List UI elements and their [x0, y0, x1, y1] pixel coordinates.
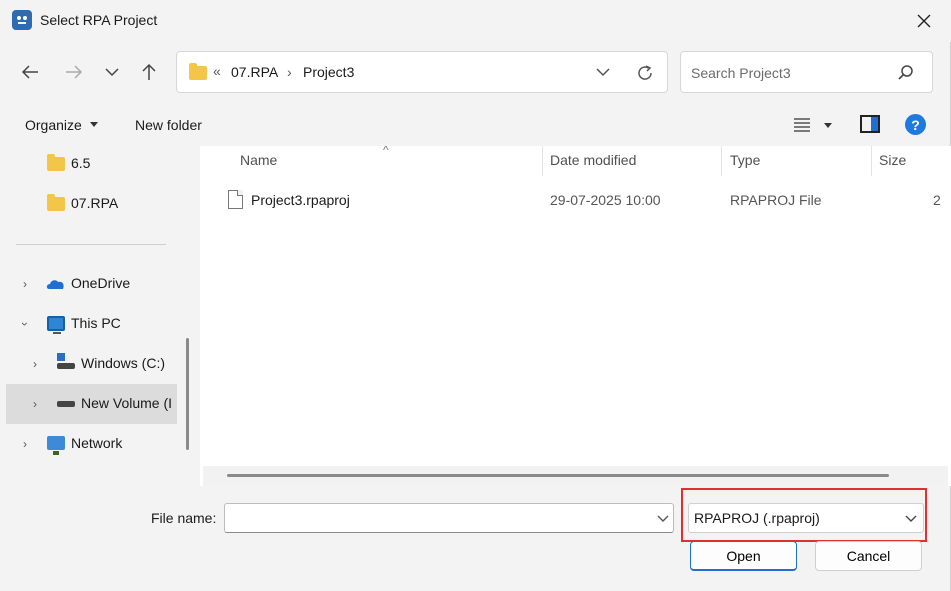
horizontal-scrollbar-thumb[interactable] [227, 474, 889, 477]
search-placeholder: Search Project3 [691, 65, 791, 81]
column-divider[interactable] [871, 146, 872, 176]
file-type-select[interactable]: RPAPROJ (.rpaproj) [688, 503, 924, 533]
column-header-date-modified[interactable]: Date modified [550, 152, 636, 168]
nav-scrollbar[interactable] [186, 338, 189, 450]
file-name: Project3.rpaproj [251, 192, 350, 208]
chevron-right-icon[interactable]: › [19, 277, 31, 291]
close-button[interactable] [904, 6, 944, 36]
file-date-modified: 29-07-2025 10:00 [550, 192, 661, 208]
preview-pane-icon[interactable] [860, 115, 880, 133]
file-list: ^ Name Date modified Type Size Project3.… [200, 146, 951, 486]
recent-locations-button[interactable] [98, 58, 126, 86]
dialog-title: Select RPA Project [40, 12, 158, 28]
title-bar: Select RPA Project [0, 0, 951, 42]
chevron-down-icon[interactable]: › [18, 318, 32, 330]
onedrive-icon [46, 280, 64, 289]
arrow-up-icon [142, 63, 156, 80]
column-divider[interactable] [542, 146, 543, 176]
column-divider[interactable] [721, 146, 722, 176]
horizontal-scrollbar[interactable] [203, 466, 948, 486]
nav-item-label: 07.RPA [71, 195, 119, 211]
folder-icon [47, 194, 65, 211]
column-header-type[interactable]: Type [730, 152, 760, 168]
computer-icon [47, 316, 65, 334]
sort-ascending-icon: ^ [383, 146, 389, 157]
view-list-icon[interactable] [794, 118, 810, 132]
up-button[interactable] [135, 58, 163, 86]
command-bar: Organize New folder ? [0, 104, 951, 146]
nav-item-label: Network [71, 435, 123, 451]
file-open-dialog: Select RPA Project « 07.RPA › Project3 S… [0, 0, 951, 591]
breadcrumb-overflow[interactable]: « [213, 63, 221, 79]
breadcrumb-project3[interactable]: Project3 [303, 64, 354, 80]
nav-item-label: New Volume (I [81, 395, 173, 411]
refresh-button[interactable] [633, 61, 657, 85]
organize-menu-button[interactable]: Organize [25, 117, 82, 133]
address-history-dropdown[interactable] [593, 62, 613, 82]
refresh-icon [638, 65, 652, 80]
column-header-size[interactable]: Size [879, 152, 906, 168]
chevron-right-icon[interactable]: › [29, 397, 41, 411]
file-name-label: File name: [151, 510, 217, 526]
file-size: 2 [933, 192, 941, 208]
breadcrumb-07rpa[interactable]: 07.RPA [231, 64, 278, 80]
table-row[interactable]: Project3.rpaproj 29-07-2025 10:00 RPAPRO… [200, 182, 951, 220]
chevron-down-icon [596, 68, 610, 77]
address-bar[interactable]: « 07.RPA › Project3 [176, 51, 668, 93]
view-options-caret-icon[interactable] [824, 123, 832, 128]
network-icon [47, 436, 65, 455]
caret-down-icon [90, 122, 98, 127]
folder-icon [189, 63, 207, 80]
back-button[interactable] [16, 58, 44, 86]
new-folder-button[interactable]: New folder [135, 117, 202, 133]
chevron-down-icon [657, 515, 669, 522]
help-icon[interactable]: ? [905, 114, 926, 135]
drive-icon [57, 363, 75, 369]
nav-item-new-volume[interactable]: › New Volume (I [6, 384, 177, 424]
file-icon [228, 190, 243, 209]
nav-item-this-pc[interactable]: › This PC [0, 304, 180, 344]
nav-item-label: Windows (C:) [81, 355, 166, 371]
nav-item-network[interactable]: › Network [0, 424, 180, 464]
drive-icon [57, 401, 75, 407]
breadcrumb-separator[interactable]: › [287, 64, 292, 80]
column-header-name[interactable]: Name [240, 152, 277, 168]
nav-item-onedrive[interactable]: › OneDrive [0, 264, 180, 304]
chevron-down-icon [105, 68, 119, 77]
search-icon [898, 65, 913, 80]
nav-item-label: OneDrive [71, 275, 131, 291]
nav-item-windows-c[interactable]: › Windows (C:) [0, 344, 180, 384]
forward-button[interactable] [60, 58, 88, 86]
chevron-right-icon[interactable]: › [29, 357, 41, 371]
search-input[interactable]: Search Project3 [680, 51, 933, 93]
nav-item-07-rpa[interactable]: 07.RPA [0, 184, 180, 224]
open-button[interactable]: Open [690, 541, 797, 571]
file-type-value: RPAPROJ (.rpaproj) [694, 510, 820, 526]
cancel-button[interactable]: Cancel [815, 541, 922, 571]
arrow-left-icon [21, 65, 38, 79]
app-robot-icon [12, 10, 32, 30]
close-icon [917, 14, 931, 28]
navigation-pane: 6.5 07.RPA › OneDrive › This PC › Window… [0, 146, 192, 486]
nav-item-label: 6.5 [71, 155, 91, 171]
chevron-down-icon [903, 511, 919, 527]
file-name-dropdown[interactable] [655, 511, 671, 527]
nav-item-6-5[interactable]: 6.5 [0, 146, 180, 184]
folder-icon [47, 154, 65, 171]
chevron-right-icon[interactable]: › [19, 437, 31, 451]
nav-divider [16, 244, 166, 245]
file-name-field[interactable] [224, 503, 674, 533]
windows-logo-icon [57, 353, 65, 361]
file-type: RPAPROJ File [730, 192, 822, 208]
nav-item-label: This PC [71, 315, 121, 331]
arrow-right-icon [66, 65, 83, 79]
